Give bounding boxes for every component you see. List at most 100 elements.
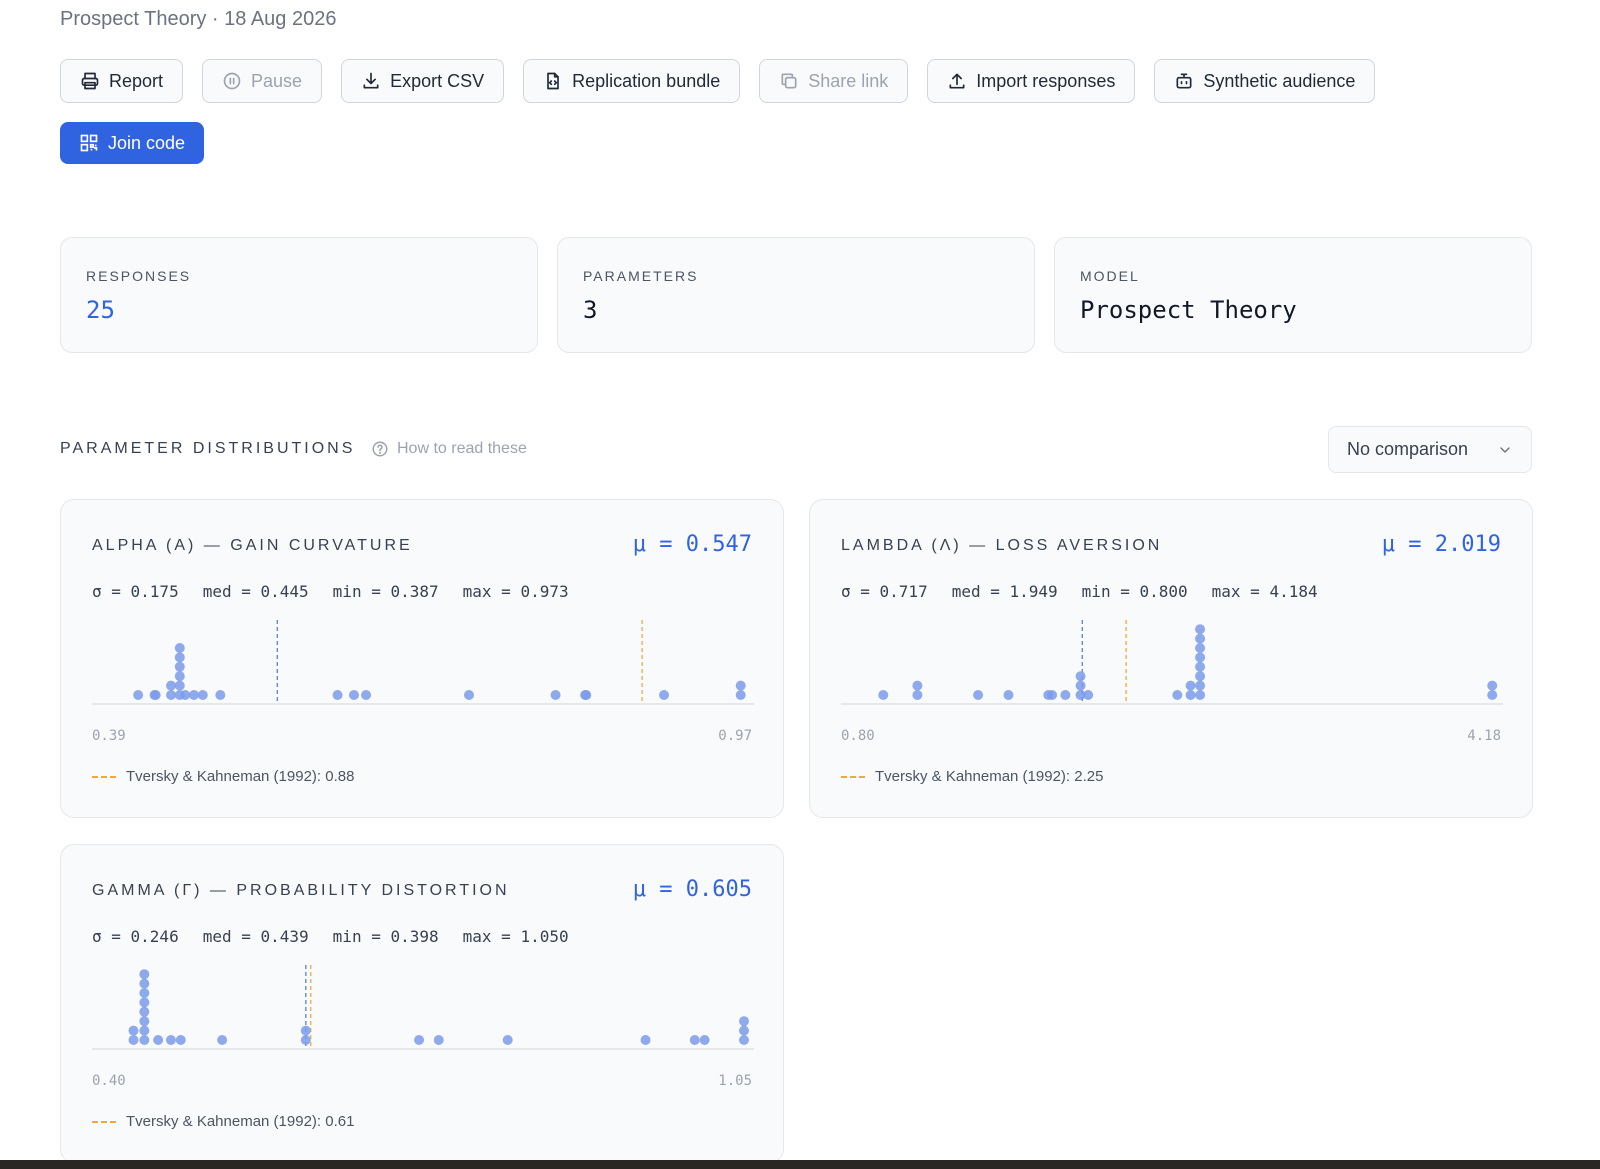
join-code-button[interactable]: Join code <box>60 122 205 164</box>
chart-summary-stats: σ = 0.717 med = 1.949 min = 0.800 max = … <box>841 582 1318 601</box>
data-point <box>300 1025 311 1036</box>
comparison-select[interactable]: No comparison <box>1328 426 1532 473</box>
data-point <box>332 690 343 700</box>
data-point <box>689 1035 700 1045</box>
pause-icon <box>223 72 241 90</box>
data-point <box>166 690 177 700</box>
data-point <box>1047 690 1058 700</box>
data-point <box>180 690 191 700</box>
data-point <box>139 1016 150 1027</box>
lambda-distribution-card: LAMBDA (Λ) — LOSS AVERSION μ = 2.019 σ =… <box>809 499 1533 818</box>
x-axis-max-label: 1.05 <box>718 1073 752 1089</box>
data-point <box>1195 690 1206 700</box>
data-point <box>1185 690 1196 700</box>
reference-legend: Tversky & Kahneman (1992): 2.25 <box>841 768 1103 785</box>
data-point <box>878 690 889 700</box>
data-point <box>174 652 185 663</box>
reference-legend-label: Tversky & Kahneman (1992): 0.88 <box>126 768 355 785</box>
data-point <box>1185 680 1196 691</box>
data-point <box>912 680 923 691</box>
model-stat-label: MODEL <box>1080 268 1140 284</box>
synthetic-audience-button[interactable]: Synthetic audience <box>1154 59 1376 103</box>
data-point <box>735 690 746 700</box>
data-point <box>128 1035 139 1045</box>
chart-max: max = 1.050 <box>462 927 569 946</box>
data-point <box>1195 633 1206 644</box>
pause-button[interactable]: Pause <box>202 59 323 103</box>
chart-max: max = 4.184 <box>1211 582 1318 601</box>
replication-bundle-button[interactable]: Replication bundle <box>523 59 741 103</box>
data-point <box>1075 680 1086 691</box>
data-point <box>739 1016 749 1027</box>
data-point <box>139 978 150 989</box>
upload-icon <box>949 73 965 89</box>
x-axis-min-label: 0.40 <box>92 1073 126 1089</box>
data-point <box>1060 690 1071 700</box>
data-point <box>735 680 746 691</box>
share-link-button-label: Share link <box>808 70 889 91</box>
parameters-stat-label: PARAMETERS <box>583 268 699 284</box>
data-point <box>348 690 359 700</box>
data-point <box>502 1035 513 1045</box>
import-responses-button[interactable]: Import responses <box>927 59 1136 103</box>
data-point <box>433 1035 444 1045</box>
export-csv-button[interactable]: Export CSV <box>341 59 505 103</box>
data-point <box>165 1035 176 1045</box>
comparison-select-value: No comparison <box>1347 439 1469 459</box>
data-point <box>1195 652 1206 663</box>
copy-icon <box>781 73 797 89</box>
data-point <box>150 690 161 700</box>
data-point <box>217 1035 228 1045</box>
qr-code-icon <box>80 134 98 152</box>
chart-summary-stats: σ = 0.246 med = 0.439 min = 0.398 max = … <box>92 927 569 946</box>
data-point <box>659 690 670 700</box>
chart-mean-label: μ = 0.547 <box>632 532 752 557</box>
share-link-button[interactable]: Share link <box>759 59 909 103</box>
data-point <box>414 1035 425 1045</box>
toolbar: Report Pause Export CSV Replication bund… <box>60 59 1376 103</box>
how-to-read-label: How to read these <box>397 440 527 457</box>
responses-stat-card: RESPONSES 25 <box>60 237 538 353</box>
x-axis-max-label: 0.97 <box>718 728 752 744</box>
data-point <box>1172 690 1183 700</box>
data-point <box>973 690 984 700</box>
data-point <box>139 1025 150 1036</box>
chart-mean-label: μ = 2.019 <box>1381 532 1501 557</box>
reference-legend-label: Tversky & Kahneman (1992): 2.25 <box>875 768 1104 785</box>
data-point <box>139 1006 150 1017</box>
data-point <box>197 690 208 700</box>
data-point <box>153 1035 164 1045</box>
data-point <box>139 997 150 1008</box>
gamma-strip-plot <box>92 965 754 1050</box>
reference-dash-swatch <box>841 775 865 778</box>
data-point <box>739 1025 749 1036</box>
data-point <box>1195 680 1206 691</box>
alpha-distribution-card: ALPHA (Α) — GAIN CURVATURE μ = 0.547 σ =… <box>60 499 784 818</box>
reference-legend: Tversky & Kahneman (1992): 0.61 <box>92 1113 354 1130</box>
bottom-window-edge <box>0 1160 1600 1169</box>
report-button[interactable]: Report <box>60 59 184 103</box>
gamma-distribution-card: GAMMA (Γ) — PROBABILITY DISTORTION μ = 0… <box>60 844 784 1163</box>
chart-title: GAMMA (Γ) — PROBABILITY DISTORTION <box>92 882 510 899</box>
data-point <box>166 680 177 691</box>
data-point <box>640 1035 651 1045</box>
data-point <box>1083 690 1094 700</box>
data-point <box>128 1025 139 1036</box>
reference-dash-swatch <box>92 1120 116 1123</box>
chevron-down-icon <box>1500 446 1510 453</box>
data-point <box>361 690 372 700</box>
parameters-stat-value: 3 <box>583 296 598 324</box>
bot-icon <box>1176 73 1192 89</box>
model-stat-card: MODEL Prospect Theory <box>1054 237 1532 353</box>
data-point <box>174 671 185 682</box>
responses-stat-value: 25 <box>86 296 115 324</box>
model-stat-value: Prospect Theory <box>1080 296 1297 324</box>
chart-min: min = 0.800 <box>1081 582 1188 601</box>
how-to-read-link[interactable]: How to read these <box>371 440 527 458</box>
data-point <box>189 690 200 700</box>
data-point <box>550 690 561 700</box>
file-code-icon <box>547 72 559 90</box>
page-subtitle: Prospect Theory · 18 Aug 2026 <box>60 8 337 30</box>
download-icon <box>363 72 379 89</box>
chart-title: ALPHA (Α) — GAIN CURVATURE <box>92 537 413 554</box>
